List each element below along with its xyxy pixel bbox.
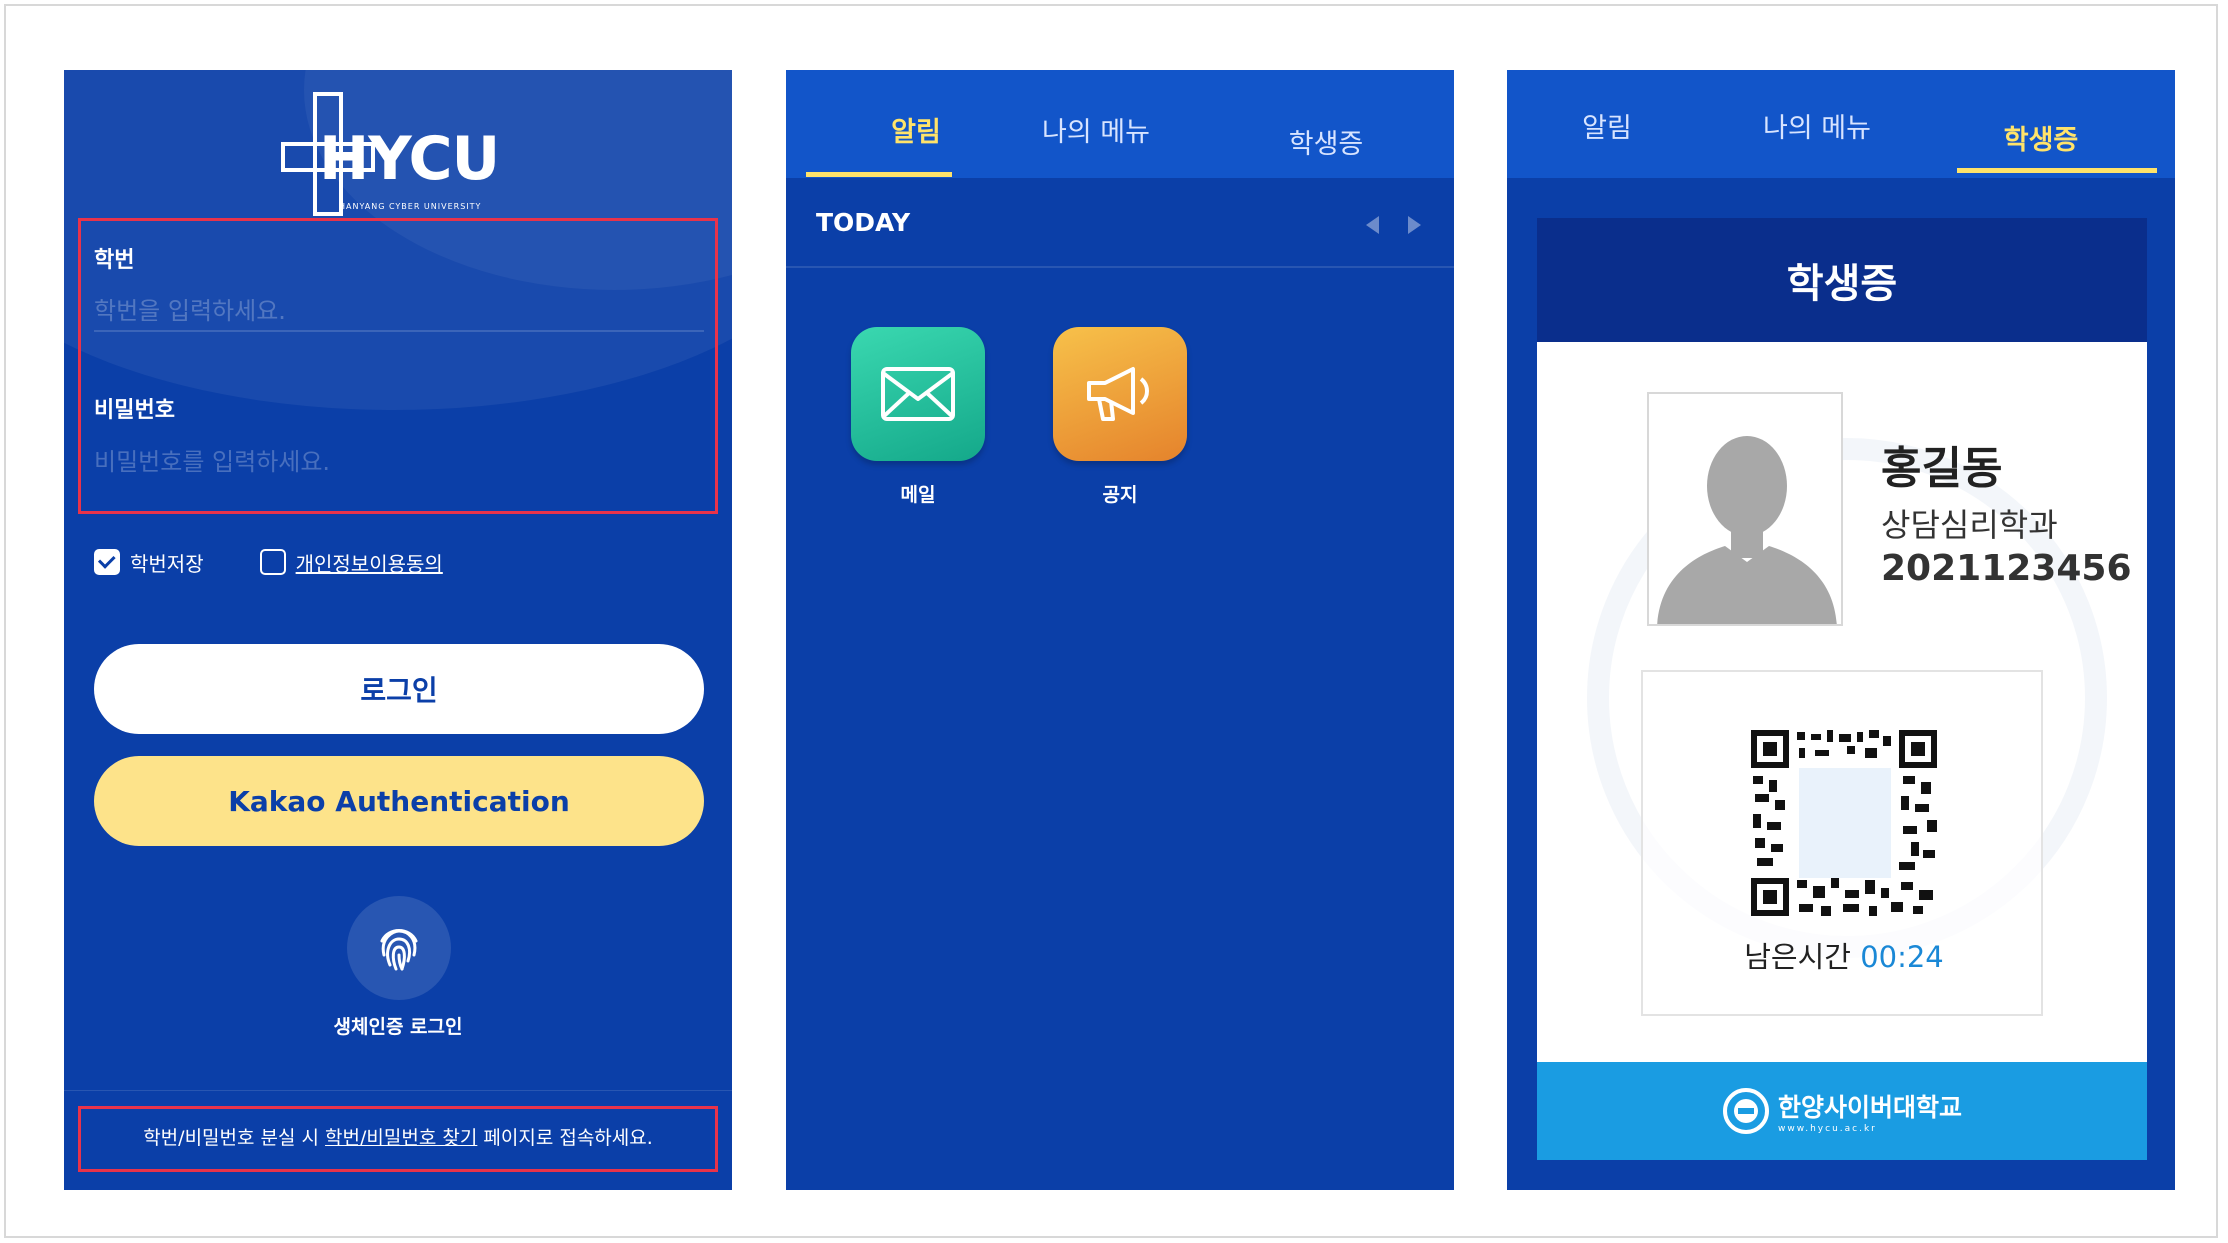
option-row: 학번저장 개인정보이용동의 (94, 546, 443, 578)
student-id-screen: 알림 나의 메뉴 학생증 학생증 홍길동 상담심리학과 2021123456 남… (1507, 70, 2175, 1190)
notice-app-button[interactable] (1053, 327, 1187, 461)
help-prefix: 학번/비밀번호 분실 시 (143, 1127, 326, 1149)
university-url: www.hycu.ac.kr (1777, 1124, 1877, 1134)
login-screen: HYCU HANYANG CYBER UNIVERSITY 학번 비밀번호 학번… (64, 70, 732, 1190)
tab-my-menu[interactable]: 나의 메뉴 (1016, 110, 1176, 170)
today-header: TODAY (786, 178, 1454, 268)
person-silhouette-icon (1657, 436, 1837, 624)
active-tab-indicator (806, 172, 952, 177)
tab-notifications[interactable]: 알림 (836, 110, 996, 170)
password-input[interactable] (94, 442, 704, 482)
kakao-auth-button[interactable]: Kakao Authentication (94, 756, 704, 846)
login-button[interactable]: 로그인 (94, 644, 704, 734)
active-tab-indicator (1957, 168, 2157, 173)
help-text: 학번/비밀번호 분실 시 학번/비밀번호 찾기 페이지로 접속하세요. (64, 1123, 732, 1150)
divider (64, 1090, 732, 1091)
privacy-consent-checkbox[interactable] (259, 549, 286, 575)
tab-student-id[interactable]: 학생증 (1246, 122, 1406, 182)
help-suffix: 페이지로 접속하세요. (477, 1127, 653, 1149)
hycu-logo: HYCU HANYANG CYBER UNIVERSITY (279, 90, 519, 220)
university-name-block: 한양사이버대학교 www.hycu.ac.kr (1778, 1088, 1962, 1134)
remaining-time-value: 00:24 (1860, 940, 1944, 974)
find-account-link[interactable]: 학번/비밀번호 찾기 (325, 1127, 477, 1149)
logo-text: HYCU (319, 124, 500, 194)
tab-bar: 알림 나의 메뉴 학생증 (786, 70, 1454, 178)
student-id-input[interactable] (94, 292, 704, 332)
qr-panel: 남은시간 00:24 (1641, 670, 2043, 1016)
fingerprint-icon (380, 929, 418, 971)
mail-app-button[interactable] (851, 327, 985, 461)
remaining-time: 남은시간 00:24 (1643, 934, 2045, 976)
notifications-screen: 알림 나의 메뉴 학생증 TODAY 메일 공지 (786, 70, 1454, 1190)
notice-app-label: 공지 (1102, 484, 1138, 506)
remaining-label: 남은시간 (1744, 940, 1851, 974)
student-id-label: 학번 (94, 248, 135, 273)
logo-subtitle: HANYANG CYBER UNIVERSITY (339, 202, 482, 211)
figure-frame: HYCU HANYANG CYBER UNIVERSITY 학번 비밀번호 학번… (4, 4, 2218, 1238)
biometric-login-button[interactable] (347, 896, 451, 1000)
password-label: 비밀번호 (94, 398, 175, 423)
card-footer: 한양사이버대학교 www.hycu.ac.kr (1537, 1062, 2147, 1160)
mail-icon (881, 367, 955, 421)
prev-arrow-icon[interactable] (1366, 216, 1379, 234)
student-number: 2021123456 (1881, 548, 2132, 589)
university-emblem-icon (1722, 1088, 1769, 1134)
qr-code-icon[interactable] (1751, 730, 1937, 916)
tab-notifications[interactable]: 알림 (1527, 106, 1687, 166)
student-name: 홍길동 (1881, 443, 2003, 494)
next-arrow-icon[interactable] (1408, 216, 1421, 234)
card-title: 학생증 (1537, 218, 2147, 342)
mail-app-label: 메일 (900, 484, 936, 506)
biometric-login-label: 생체인증 로그인 (333, 1016, 463, 1038)
megaphone-icon (1087, 367, 1149, 421)
student-department: 상담심리학과 (1881, 506, 2058, 544)
save-id-checkbox[interactable] (94, 549, 120, 575)
privacy-consent-link[interactable]: 개인정보이용동의 (296, 548, 443, 577)
student-photo (1647, 392, 1843, 626)
tab-my-menu[interactable]: 나의 메뉴 (1737, 106, 1897, 166)
university-name: 한양사이버대학교 (1777, 1093, 1962, 1122)
student-id-card: 학생증 홍길동 상담심리학과 2021123456 남은시간 00:24 한양사… (1537, 218, 2147, 1160)
save-id-label: 학번저장 (130, 551, 204, 576)
tab-bar: 알림 나의 메뉴 학생증 (1507, 70, 2175, 178)
today-label: TODAY (816, 208, 911, 237)
